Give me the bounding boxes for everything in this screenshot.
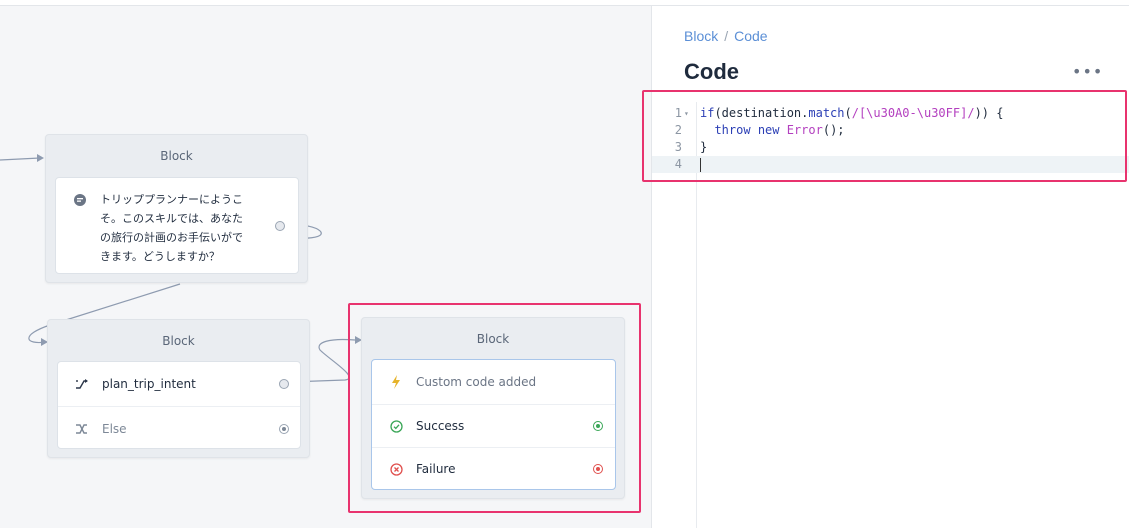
shuffle-x-icon [74, 421, 90, 437]
code-block[interactable]: Block Custom code added Success Failure [361, 317, 625, 499]
code-card[interactable]: Custom code added Success Failure [371, 359, 616, 490]
breadcrumb-current[interactable]: Code [734, 28, 767, 44]
failure-port[interactable] [593, 464, 603, 474]
failure-row[interactable]: Failure [372, 447, 615, 490]
breadcrumb-parent[interactable]: Block [684, 28, 718, 44]
line-number: 2 [674, 123, 682, 137]
chat-bubble-icon [72, 192, 88, 208]
fold-arrow-icon[interactable]: ▾ [684, 105, 689, 122]
breadcrumb: Block / Code [684, 28, 768, 44]
intent-card[interactable]: plan_trip_intent Else [57, 361, 301, 449]
intent-row[interactable]: plan_trip_intent [58, 362, 300, 406]
block-title: Block [476, 332, 510, 346]
code-panel: Block / Code Code ••• 1 ▾ if(destination.m… [651, 6, 1129, 528]
intent-port[interactable] [279, 379, 289, 389]
code-line[interactable]: 1 ▾ if(destination.match(/[\u30A0-\u30FF… [652, 105, 1129, 122]
code-line[interactable]: 3 } [652, 139, 1129, 156]
code-editor[interactable]: 1 ▾ if(destination.match(/[\u30A0-\u30FF… [652, 102, 1129, 528]
code-line-active[interactable]: 4 [652, 156, 1129, 173]
line-number: 4 [674, 157, 682, 171]
intent-block[interactable]: Block plan_trip_intent Else [47, 319, 310, 458]
breadcrumb-separator: / [724, 28, 729, 44]
else-row[interactable]: Else [58, 406, 300, 450]
success-label: Success [416, 419, 465, 433]
flow-canvas[interactable]: Block トリッププランナーにようこ そ。このスキルでは、あなた の旅行の計画… [0, 0, 651, 528]
code-text: throw new Error(); [714, 123, 845, 137]
code-text: if(destination.match(/[\u30A0-\u30FF]/))… [700, 106, 1004, 120]
success-row[interactable]: Success [372, 404, 615, 447]
lightning-bolt-icon [388, 374, 404, 390]
intent-label: plan_trip_intent [102, 377, 196, 391]
else-label: Else [102, 421, 127, 436]
success-port[interactable] [593, 421, 603, 431]
custom-code-label: Custom code added [416, 375, 537, 389]
message-card[interactable]: トリッププランナーにようこ そ。このスキルでは、あなた の旅行の計画のお手伝いが… [55, 177, 299, 274]
failure-label: Failure [416, 462, 456, 476]
page-title: Code [684, 59, 739, 84]
custom-code-row[interactable]: Custom code added [372, 360, 615, 404]
check-circle-icon [388, 418, 404, 434]
else-port[interactable] [279, 424, 289, 434]
code-text: } [700, 140, 708, 154]
block-title: Block [162, 334, 195, 348]
x-circle-icon [388, 461, 404, 477]
greeting-block[interactable]: Block トリッププランナーにようこ そ。このスキルでは、あなた の旅行の計画… [45, 134, 308, 283]
code-line[interactable]: 2 throw new Error(); [652, 122, 1129, 139]
line-number: 3 [674, 140, 682, 154]
output-port[interactable] [275, 221, 285, 231]
more-options-icon[interactable]: ••• [1072, 62, 1103, 81]
text-cursor [700, 156, 701, 173]
line-number: 1 [674, 106, 682, 120]
shuffle-arrow-icon [74, 376, 90, 392]
message-text: トリッププランナーにようこ そ。このスキルでは、あなた の旅行の計画のお手伝いが… [100, 193, 243, 263]
block-title: Block [160, 149, 193, 163]
